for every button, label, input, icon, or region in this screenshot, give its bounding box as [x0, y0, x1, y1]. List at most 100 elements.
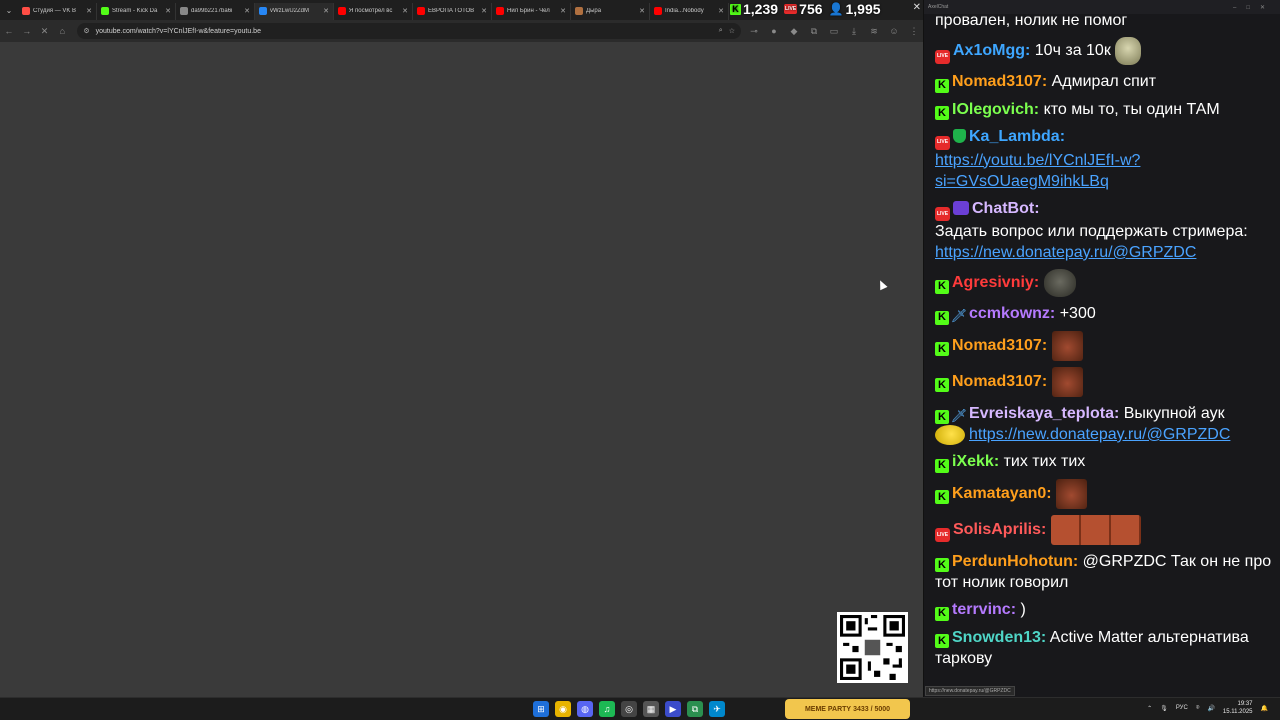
- chat-username[interactable]: Kamatayan0:: [952, 485, 1052, 502]
- tab-title: Я посмотрел вс: [349, 8, 393, 14]
- obs-icon[interactable]: ◎: [621, 701, 637, 717]
- chat-message: K 🗡 ccmkownz: +300: [935, 303, 1275, 325]
- chat-username[interactable]: IOlegovich:: [952, 101, 1039, 118]
- chat-message: K Nomad3107:: [935, 330, 1275, 361]
- chat-username[interactable]: Evreiskaya_teplota:: [969, 405, 1119, 422]
- browser-tab[interactable]: Дыра ✕: [571, 2, 650, 20]
- qr-code-image: [840, 615, 905, 680]
- browser-tab[interactable]: Студия — VK В ✕: [18, 2, 97, 20]
- stream-viewer-overlay: K 1,239 LIVE 756 👤 1,995: [730, 0, 881, 18]
- language-indicator[interactable]: РУС: [1176, 705, 1188, 711]
- tab-favicon-icon: [575, 7, 583, 15]
- site-info-icon[interactable]: ⚙: [83, 27, 89, 35]
- extension-icon[interactable]: ≋: [865, 22, 883, 40]
- tab-close-icon[interactable]: ✕: [244, 7, 250, 15]
- forward-icon[interactable]: →: [18, 22, 36, 40]
- mic-icon[interactable]: 🎙: [1160, 705, 1168, 712]
- total-viewers: 👤 1,995: [828, 1, 881, 17]
- kick-badge-icon: K: [935, 410, 949, 424]
- app-icon[interactable]: ▦: [643, 701, 659, 717]
- tab-close-icon[interactable]: ✕: [165, 7, 171, 15]
- close-window-icon[interactable]: ✕: [913, 2, 921, 13]
- live-icon: LIVE: [784, 4, 798, 14]
- chat-username[interactable]: ChatBot:: [972, 200, 1040, 217]
- app-icon[interactable]: ⧉: [687, 701, 703, 717]
- tab-close-icon[interactable]: ✕: [402, 7, 408, 15]
- media-player-icon[interactable]: ▶: [665, 701, 681, 717]
- back-icon[interactable]: ←: [0, 22, 18, 40]
- stop-icon[interactable]: ✕: [36, 22, 54, 40]
- clock[interactable]: 19:37 15.11.2025: [1223, 700, 1253, 716]
- chrome-icon[interactable]: ◉: [555, 701, 571, 717]
- profile-icon[interactable]: ☺: [885, 22, 903, 40]
- notifications-icon[interactable]: 🔔: [1261, 705, 1268, 712]
- face-emote: [1051, 330, 1083, 361]
- chat-link[interactable]: https://youtu.be/lYCnlJEfI-w?si=GVsOUaeg…: [935, 152, 1140, 190]
- chat-username[interactable]: PerdunHohotun:: [952, 553, 1078, 570]
- discord-icon[interactable]: ◍: [577, 701, 593, 717]
- tab-search-icon[interactable]: ⌄: [0, 0, 18, 20]
- live-badge-icon: LIVE: [935, 528, 950, 543]
- chat-message: K PerdunHohotun: @GRPZDC Так он не про то…: [935, 551, 1275, 594]
- start-icon[interactable]: ⊞: [533, 701, 549, 717]
- chat-username[interactable]: iXekk:: [952, 453, 999, 470]
- chat-text: провален, нолик не помог: [935, 12, 1128, 29]
- tab-favicon-icon: [654, 7, 662, 15]
- extension-icon[interactable]: ⊸: [745, 22, 763, 40]
- kick-badge-icon: K: [935, 78, 949, 93]
- chat-username[interactable]: Snowden13:: [952, 629, 1046, 646]
- extension-icon[interactable]: ◆: [785, 22, 803, 40]
- browser-tab[interactable]: ЕВРОПА ГОТОВ ✕: [413, 2, 492, 20]
- tab-title: India...Nobody: [665, 8, 704, 14]
- volume-icon[interactable]: 🔊: [1207, 705, 1214, 712]
- tab-close-icon[interactable]: ✕: [560, 7, 566, 15]
- chat-username[interactable]: Ka_Lambda:: [969, 128, 1065, 145]
- chat-username[interactable]: terrvinc:: [952, 601, 1016, 618]
- url-text: youtube.com/watch?v=lYCnlJEfI-w&feature=…: [95, 27, 261, 35]
- telegram-icon[interactable]: ✈: [709, 701, 725, 717]
- download-icon[interactable]: ⤓: [845, 22, 863, 40]
- extension-icon[interactable]: ●: [765, 22, 783, 40]
- tray-chevron-icon[interactable]: ⌃: [1147, 705, 1152, 712]
- home-icon[interactable]: ⌂: [53, 22, 71, 40]
- chat-text: ): [1016, 601, 1026, 618]
- meme-party-widget[interactable]: MEME PARTY 3433 / 5000: [785, 699, 910, 719]
- spotify-icon[interactable]: ♫: [599, 701, 615, 717]
- kick-badge-icon: K: [935, 279, 949, 294]
- chat-link[interactable]: https://new.donatepay.ru/@GRPZDC: [935, 244, 1196, 261]
- tab-close-icon[interactable]: ✕: [481, 7, 487, 15]
- tab-close-icon[interactable]: ✕: [718, 7, 724, 15]
- extension-icon[interactable]: ▭: [825, 22, 843, 40]
- chat-message: LIVE Ax1oMgg: 10ч за 10к: [935, 37, 1275, 65]
- browser-tab[interactable]: Нил Брин - Чел ✕: [492, 2, 571, 20]
- chat-username[interactable]: Ax1oMgg:: [953, 42, 1030, 59]
- window-controls[interactable]: –□✕: [1233, 4, 1275, 11]
- chat-username[interactable]: SolisAprilis:: [953, 521, 1046, 538]
- chat-username[interactable]: Nomad3107:: [952, 73, 1047, 90]
- chat-username[interactable]: Agresivniy:: [952, 274, 1039, 291]
- chat-message: K Snowden13: Active Matter альтернатива т…: [935, 627, 1275, 670]
- tab-close-icon[interactable]: ✕: [86, 7, 92, 15]
- browser-tab[interactable]: da99b2217ba6i ✕: [176, 2, 255, 20]
- zoom-icon[interactable]: ⌕: [719, 27, 723, 35]
- browser-tab[interactable]: Я посмотрел вс ✕: [334, 2, 413, 20]
- tab-close-icon[interactable]: ✕: [323, 7, 329, 15]
- tab-favicon-icon: [180, 7, 188, 15]
- tab-close-icon[interactable]: ✕: [639, 7, 645, 15]
- bookmark-star-icon[interactable]: ☆: [729, 27, 735, 35]
- browser-tab[interactable]: Stream - Kick Da ✕: [97, 2, 176, 20]
- extensions-puzzle-icon[interactable]: ⧉: [805, 22, 823, 40]
- chat-username[interactable]: ccmkownz:: [969, 305, 1055, 322]
- network-icon[interactable]: ⌾: [1196, 705, 1200, 712]
- system-tray: ⌃ 🎙 РУС ⌾ 🔊 19:37 15.11.2025 🔔: [1147, 700, 1268, 716]
- menu-icon[interactable]: ⋮: [905, 22, 923, 40]
- browser-tab[interactable]: vWzLwU2ZdM ✕: [255, 2, 334, 20]
- chat-username[interactable]: Nomad3107:: [952, 373, 1047, 390]
- chat-message: K IOlegovich: кто мы то, ты один ТАМ: [935, 99, 1275, 120]
- chat-username[interactable]: Nomad3107:: [952, 337, 1047, 354]
- chat-link[interactable]: https://new.donatepay.ru/@GRPZDC: [969, 426, 1230, 443]
- address-bar[interactable]: ⚙ youtube.com/watch?v=lYCnlJEfI-w&featur…: [77, 23, 741, 39]
- browser-tab[interactable]: India...Nobody ✕: [650, 2, 729, 20]
- kick-badge-icon: K: [935, 342, 949, 357]
- chat-message: K Kamatayan0:: [935, 478, 1275, 509]
